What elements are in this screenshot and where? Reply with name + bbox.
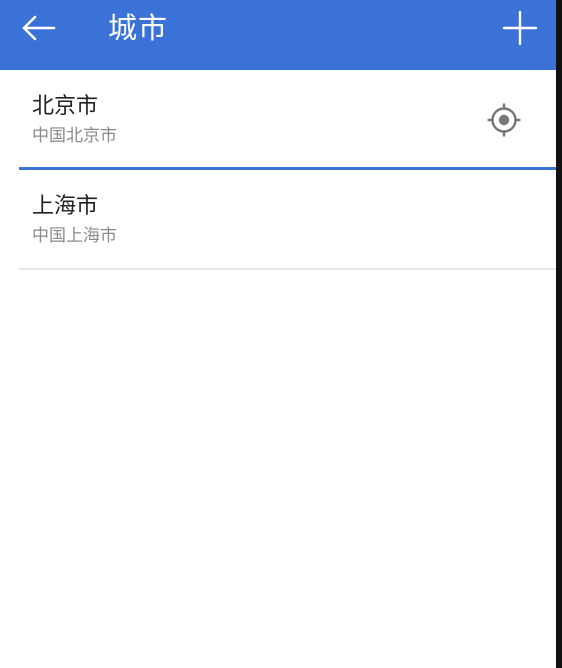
city-item-beijing[interactable]: 北京市 中国北京市 <box>0 70 556 170</box>
city-name: 上海市 <box>32 194 99 219</box>
app-bar: 城市 <box>0 0 556 70</box>
location-target-icon[interactable] <box>486 102 522 138</box>
city-screen: 城市 北京市 中国北京市 上海市 中国上海市 <box>0 0 556 668</box>
city-item-shanghai[interactable]: 上海市 中国上海市 <box>0 170 556 270</box>
screen-edge <box>556 0 562 668</box>
row-divider <box>19 268 556 270</box>
page-title: 城市 <box>108 11 169 45</box>
city-description: 中国北京市 <box>32 126 117 146</box>
city-name: 北京市 <box>32 94 99 119</box>
back-button[interactable] <box>14 8 62 48</box>
add-city-button[interactable] <box>498 6 542 50</box>
city-description: 中国上海市 <box>32 226 117 246</box>
arrow-left-icon <box>22 15 56 41</box>
city-list: 北京市 中国北京市 上海市 中国上海市 <box>0 70 556 270</box>
plus-icon <box>502 10 538 46</box>
